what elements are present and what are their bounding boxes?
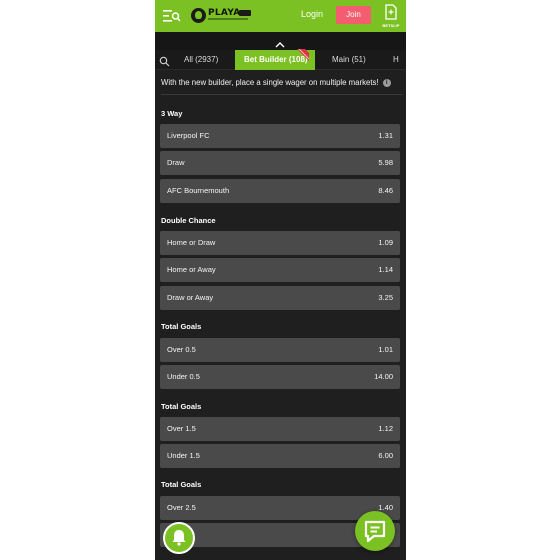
betslip-label: BETSLIP — [382, 23, 400, 28]
selection-row[interactable]: Under 0.5 14.00 — [160, 365, 400, 389]
login-link[interactable]: Login — [301, 9, 323, 19]
divider — [161, 94, 403, 95]
selection-name: Home or Away — [167, 265, 216, 274]
selection-row[interactable]: AFC Bournemouth 8.46 — [160, 179, 400, 203]
selection-name: AFC Bournemouth — [167, 186, 230, 195]
selection-name: Draw or Away — [167, 293, 214, 302]
selection-odds: 1.14 — [378, 265, 393, 274]
info-text: With the new builder, place a single wag… — [161, 78, 379, 87]
selection-odds: 3.25 — [378, 293, 393, 302]
logo-badge — [239, 10, 251, 16]
selection-odds: 8.46 — [378, 186, 393, 195]
menu-search-icon[interactable] — [163, 9, 181, 23]
join-button[interactable]: Join — [336, 6, 371, 24]
tab-main[interactable]: Main (51) — [332, 50, 366, 70]
selection-name: Under 1.5 — [167, 451, 200, 460]
notification-button[interactable] — [163, 522, 195, 554]
selection-name: Home or Draw — [167, 238, 216, 247]
selection-odds: 6.00 — [378, 451, 393, 460]
bet-builder-info: With the new builder, place a single wag… — [161, 78, 403, 87]
selection-row[interactable]: Home or Away 1.14 — [160, 258, 400, 282]
betslip-icon — [385, 4, 397, 20]
market-title: Total Goals — [161, 322, 202, 331]
market-tabs: All (2937) Bet Builder (108) Main (51) H — [155, 49, 406, 70]
selection-odds: 1.01 — [378, 345, 393, 354]
bell-icon — [172, 530, 186, 546]
search-icon[interactable] — [159, 54, 170, 67]
selection-row[interactable]: Over 0.5 1.01 — [160, 338, 400, 362]
selection-row[interactable]: Over 1.5 1.12 — [160, 417, 400, 441]
selection-name: Under 0.5 — [167, 372, 200, 381]
selection-name: Over 0.5 — [167, 345, 196, 354]
lion-logo-icon — [191, 8, 206, 23]
market-title: Double Chance — [161, 216, 216, 225]
market-title: Total Goals — [161, 402, 202, 411]
new-ribbon-icon — [297, 49, 309, 61]
chevron-up-icon[interactable] — [274, 36, 286, 48]
logo-text: PLAYA — [208, 8, 241, 18]
chat-button[interactable] — [355, 511, 395, 551]
selection-odds: 14.00 — [374, 372, 393, 381]
brand-logo[interactable]: PLAYA — [191, 6, 253, 26]
top-header: PLAYA Login Join BETSLIP — [155, 0, 406, 32]
market-title: Total Goals — [161, 480, 202, 489]
mobile-viewport: PLAYA Login Join BETSLIP All (2937) Bet … — [155, 0, 406, 560]
logo-tagline — [208, 18, 248, 20]
tab-all[interactable]: All (2937) — [184, 50, 218, 70]
selection-row[interactable]: Liverpool FC 1.31 — [160, 124, 400, 148]
selection-row[interactable]: Draw 5.98 — [160, 151, 400, 175]
selection-row[interactable]: Home or Draw 1.09 — [160, 231, 400, 255]
tab-bet-builder[interactable]: Bet Builder (108) — [235, 49, 315, 70]
market-title: 3 Way — [161, 109, 183, 118]
selection-name: Liverpool FC — [167, 131, 210, 140]
selection-row[interactable]: Draw or Away 3.25 — [160, 286, 400, 310]
selection-odds: 5.98 — [378, 158, 393, 167]
tab-next[interactable]: H — [393, 50, 399, 70]
selection-name: Draw — [167, 158, 185, 167]
chat-icon — [364, 520, 386, 543]
selection-odds: 1.31 — [378, 131, 393, 140]
selection-name: Over 2.5 — [167, 503, 196, 512]
selection-name: Over 1.5 — [167, 424, 196, 433]
selection-odds: 1.09 — [378, 238, 393, 247]
info-icon[interactable]: i — [382, 78, 391, 87]
betslip-button[interactable]: BETSLIP — [380, 3, 402, 30]
selection-odds: 1.12 — [378, 424, 393, 433]
selection-row[interactable]: Under 1.5 6.00 — [160, 444, 400, 468]
collapse-bar[interactable] — [155, 32, 406, 50]
